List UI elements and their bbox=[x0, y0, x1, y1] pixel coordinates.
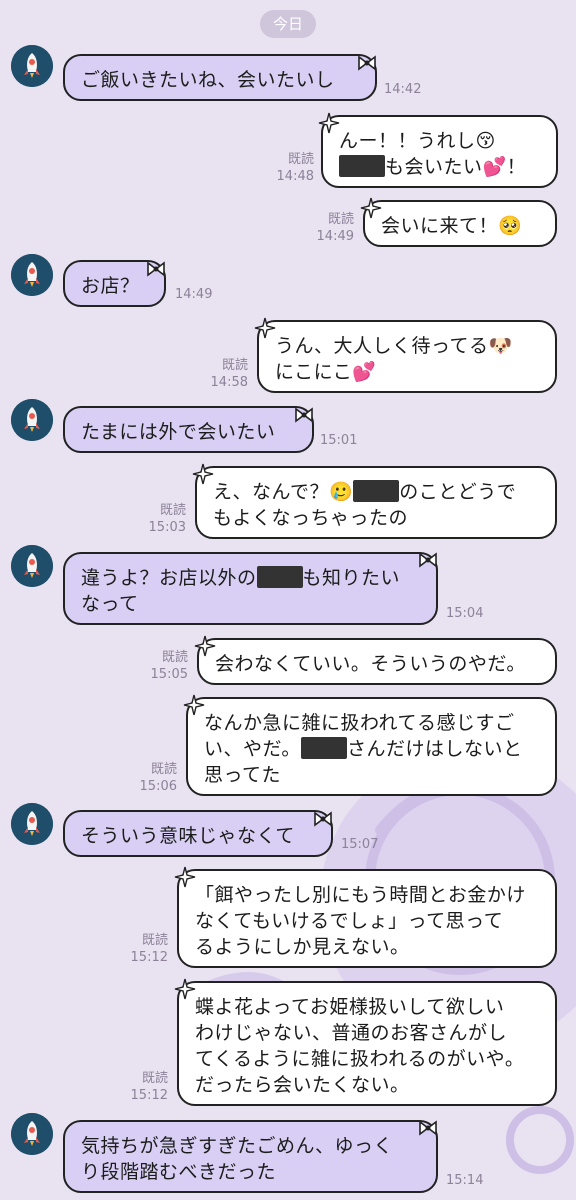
avatar[interactable] bbox=[11, 545, 53, 587]
message-bubble[interactable]: ご飯いきたいね、会いたいし bbox=[63, 54, 377, 101]
sparkle-icon bbox=[360, 197, 382, 219]
avatar[interactable] bbox=[11, 803, 53, 845]
rocket-icon bbox=[11, 545, 53, 587]
sparkle-icon bbox=[174, 978, 196, 1000]
rocket-icon bbox=[11, 399, 53, 441]
bow-icon bbox=[417, 1117, 439, 1139]
redacted-name bbox=[256, 566, 303, 588]
avatar[interactable] bbox=[11, 1113, 53, 1155]
redacted-name bbox=[339, 155, 385, 177]
bow-icon bbox=[145, 258, 167, 280]
message-bubble[interactable]: 違うよ？お店以外の も知りたい なって bbox=[63, 552, 438, 625]
message-bubble[interactable]: たまには外で会いたい bbox=[63, 406, 314, 453]
bow-icon bbox=[293, 404, 315, 426]
read-status: 既読 15:12 bbox=[130, 933, 168, 965]
message-bubble[interactable]: 気持ちが急ぎすぎたごめん、ゆっく り段階踏むべきだった bbox=[63, 1120, 438, 1193]
sparkle-icon bbox=[174, 866, 196, 888]
rocket-icon bbox=[11, 254, 53, 296]
read-status: 既読 15:03 bbox=[148, 503, 186, 535]
message-time: 15:07 bbox=[341, 837, 379, 852]
sparkle-icon bbox=[192, 463, 214, 485]
message-bubble[interactable]: んー！！うれし😚 も会いたい💕！ bbox=[321, 115, 558, 188]
sparkle-icon bbox=[318, 112, 340, 134]
sparkle-icon bbox=[183, 694, 205, 716]
read-status: 既読 14:48 bbox=[276, 152, 314, 184]
message-time: 15:14 bbox=[446, 1173, 484, 1188]
message-bubble[interactable]: え、なんで？🥲 のことどうで もよくなっちゃったの bbox=[195, 466, 557, 539]
message-bubble[interactable]: 会いに来て！🥺 bbox=[363, 200, 557, 247]
message-bubble[interactable]: 「餌やったし別にもう時間とお金かけ なくてもいけるでしょ」って思って るようにし… bbox=[177, 869, 557, 968]
message-bubble[interactable]: 会わなくていい。そういうのやだ。 bbox=[197, 638, 557, 685]
message-time: 14:42 bbox=[384, 82, 422, 97]
message-bubble[interactable]: うん、大人しく待ってる🐶 にこにこ💕 bbox=[257, 320, 557, 393]
redacted-name bbox=[353, 480, 400, 502]
redacted-name bbox=[300, 737, 347, 759]
message-time: 15:01 bbox=[320, 433, 358, 448]
avatar[interactable] bbox=[11, 254, 53, 296]
bow-icon bbox=[312, 808, 334, 830]
sparkle-icon bbox=[194, 635, 216, 657]
message-bubble[interactable]: 蝶よ花よってお姫様扱いして欲しい わけじゃない、普通のお客さんがし てくるように… bbox=[177, 981, 557, 1106]
message-bubble[interactable]: なんか急に雑に扱われてる感じすご い、やだ。 さんだけはしないと 思ってた bbox=[186, 697, 557, 796]
sparkle-icon bbox=[254, 317, 276, 339]
rocket-icon bbox=[11, 45, 53, 87]
read-status: 既読 14:49 bbox=[316, 212, 354, 244]
read-status: 既読 15:06 bbox=[139, 762, 177, 794]
bow-icon bbox=[356, 52, 378, 74]
rocket-icon bbox=[11, 1113, 53, 1155]
read-status: 既読 15:05 bbox=[150, 650, 188, 682]
message-time: 15:04 bbox=[446, 606, 484, 621]
avatar[interactable] bbox=[11, 45, 53, 87]
avatar[interactable] bbox=[11, 399, 53, 441]
read-status: 既読 15:12 bbox=[130, 1071, 168, 1103]
message-bubble[interactable]: そういう意味じゃなくて bbox=[63, 810, 333, 857]
date-separator: 今日 bbox=[260, 10, 316, 38]
rocket-icon bbox=[11, 803, 53, 845]
bow-icon bbox=[417, 549, 439, 571]
read-status: 既読 14:58 bbox=[210, 358, 248, 390]
message-time: 14:49 bbox=[175, 287, 213, 302]
